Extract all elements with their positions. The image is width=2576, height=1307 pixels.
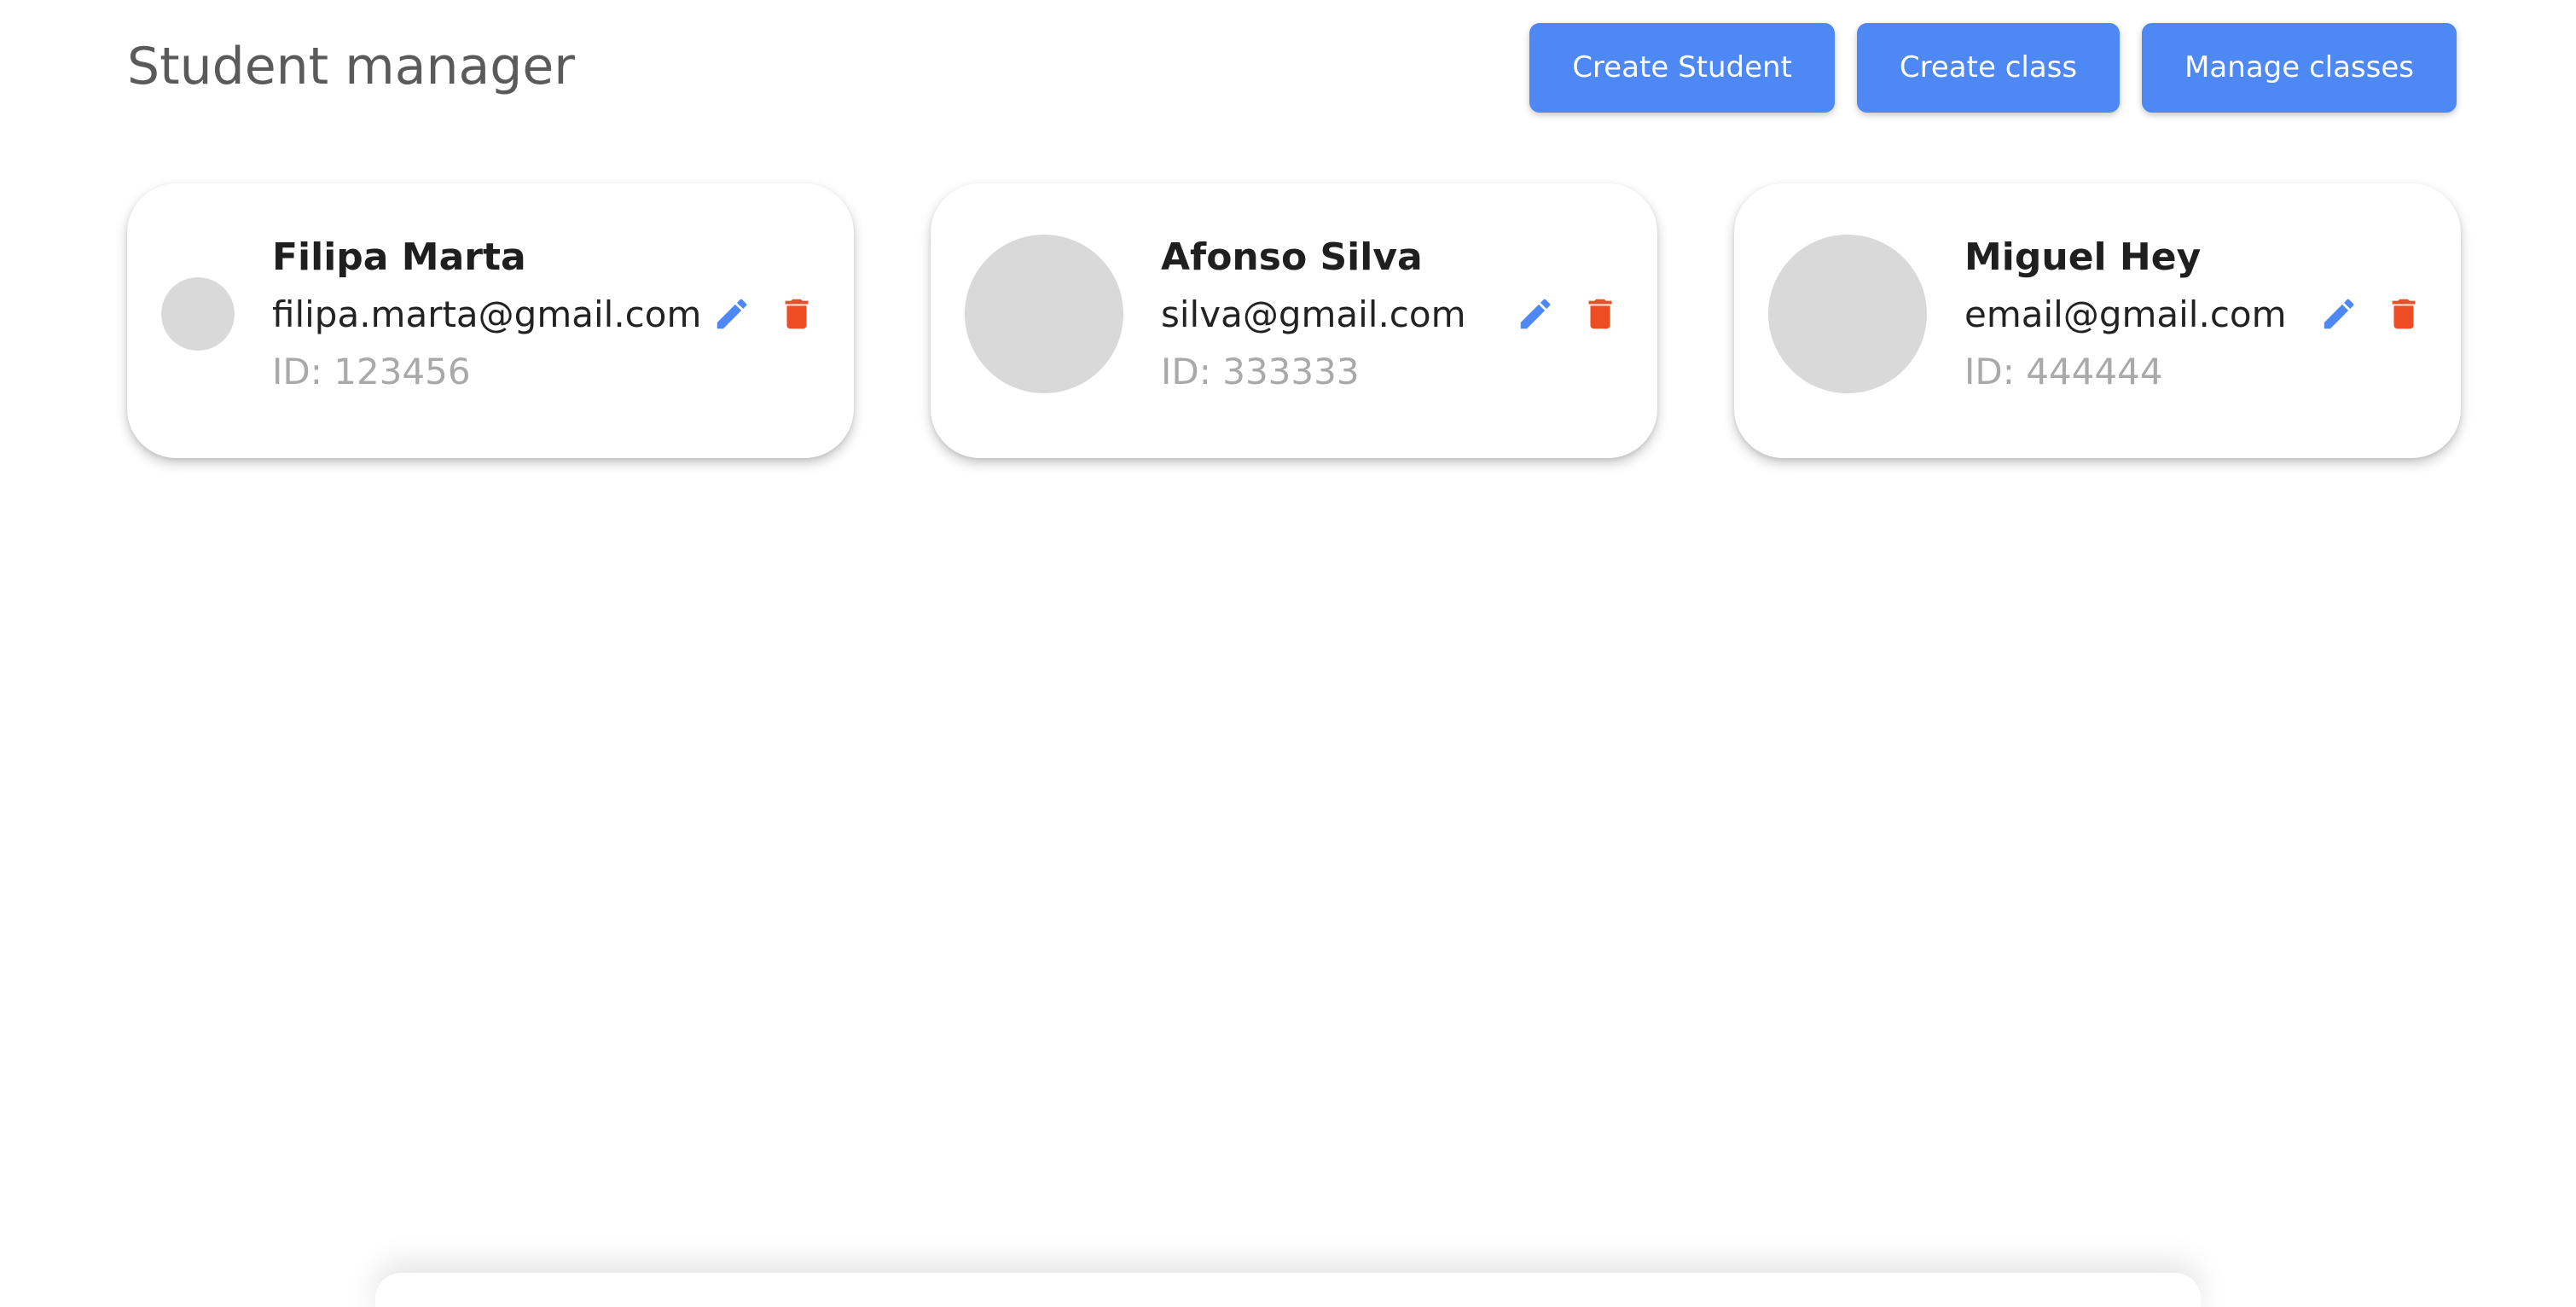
pencil-icon	[1520, 299, 1551, 329]
delete-student-button[interactable]	[1581, 294, 1620, 334]
card-actions	[1516, 294, 1620, 334]
student-info: Filipa Marta filipa.marta@gmail.com ID: …	[272, 230, 701, 399]
student-card: Afonso Silva silva@gmail.com ID: 333333	[931, 183, 1657, 458]
student-card-list: Filipa Marta filipa.marta@gmail.com ID: …	[127, 183, 2461, 458]
edit-student-button[interactable]	[2319, 294, 2358, 334]
student-email: silva@gmail.com	[1161, 293, 1466, 335]
delete-student-button[interactable]	[777, 294, 816, 334]
delete-student-button[interactable]	[2384, 294, 2423, 334]
student-email: email@gmail.com	[1964, 293, 2287, 335]
trash-icon	[785, 299, 809, 329]
student-id: ID: 333333	[1161, 351, 1360, 392]
card-actions	[712, 294, 816, 334]
student-id: ID: 123456	[272, 351, 471, 392]
avatar	[1768, 235, 1927, 393]
bottom-panel-edge	[375, 1273, 2201, 1307]
student-name: Afonso Silva	[1161, 235, 1423, 279]
header-toolbar: Create Student Create class Manage class…	[1529, 23, 2457, 113]
manage-classes-button[interactable]: Manage classes	[2142, 23, 2457, 113]
student-name: Miguel Hey	[1964, 235, 2202, 279]
page-title: Student manager	[127, 37, 575, 96]
edit-student-button[interactable]	[712, 294, 751, 334]
pencil-icon	[717, 299, 747, 329]
trash-icon	[2392, 299, 2416, 329]
student-email: filipa.marta@gmail.com	[272, 293, 702, 335]
student-manager-page: Student manager Create Student Create cl…	[0, 0, 2576, 1307]
student-id: ID: 444444	[1964, 351, 2163, 392]
student-card: Miguel Hey email@gmail.com ID: 444444	[1734, 183, 2461, 458]
avatar	[965, 235, 1123, 393]
card-actions	[2319, 294, 2423, 334]
create-class-button[interactable]: Create class	[1856, 23, 2121, 113]
trash-icon	[1588, 299, 1612, 329]
student-card: Filipa Marta filipa.marta@gmail.com ID: …	[127, 183, 854, 458]
student-name: Filipa Marta	[272, 235, 526, 279]
edit-student-button[interactable]	[1516, 294, 1555, 334]
student-info: Miguel Hey email@gmail.com ID: 444444	[1964, 230, 2287, 399]
create-student-button[interactable]: Create Student	[1529, 23, 1835, 113]
student-info: Afonso Silva silva@gmail.com ID: 333333	[1161, 230, 1466, 399]
avatar	[161, 277, 235, 351]
pencil-icon	[2324, 299, 2354, 329]
